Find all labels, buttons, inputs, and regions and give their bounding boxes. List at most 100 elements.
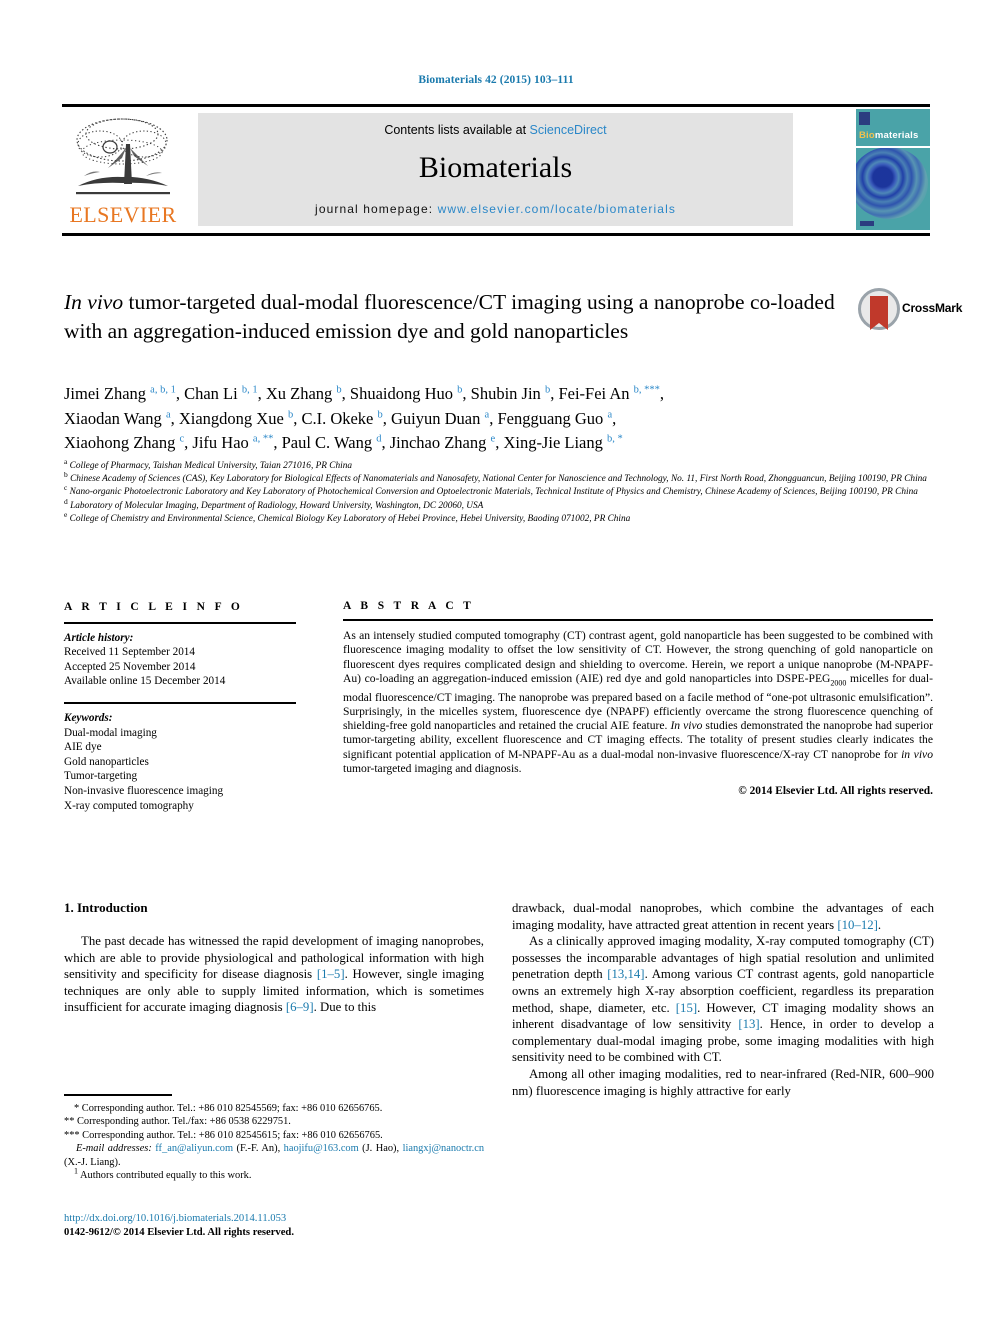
- running-head: Biomaterials 42 (2015) 103–111: [418, 74, 574, 86]
- abstract-italic-1: In vivo: [670, 719, 703, 733]
- footnote-corresponding-3: *** Corresponding author. Tel.: +86 010 …: [64, 1129, 383, 1141]
- cover-title-first: Bio: [859, 130, 875, 141]
- history-online: Available online 15 December 2014: [64, 675, 226, 688]
- history-received: Received 11 September 2014: [64, 646, 195, 659]
- crossmark-badge[interactable]: CrossMark: [858, 288, 962, 334]
- affiliation-mark: a: [64, 456, 68, 466]
- cover-artwork: [856, 147, 928, 219]
- footnote-block: * Corresponding author. Tel.: +86 010 82…: [64, 1094, 484, 1183]
- intro-paragraph-1: The past decade has witnessed the rapid …: [64, 933, 484, 1016]
- intro-text-c: . Due to this: [313, 1000, 377, 1015]
- keywords-block: Keywords: Dual-modal imaging AIE dye Gol…: [64, 711, 296, 813]
- affiliation-text: College of Chemistry and Environmental S…: [69, 513, 631, 524]
- title-italic-part: In vivo: [64, 290, 124, 314]
- title-block: In vivo tumor-targeted dual-modal fluore…: [64, 288, 854, 346]
- elsevier-wordmark: ELSEVIER: [69, 202, 177, 227]
- page-title: In vivo tumor-targeted dual-modal fluore…: [64, 288, 854, 346]
- affiliation-mark: b: [64, 470, 68, 480]
- citation-ref[interactable]: [15]: [676, 1001, 697, 1015]
- abstract-heading: A B S T R A C T: [343, 600, 475, 612]
- issn-copyright: 0142-9612/© 2014 Elsevier Ltd. All right…: [64, 1227, 294, 1238]
- crossmark-bookmark-icon: [870, 296, 888, 330]
- affiliation-c: c Nano-organic Photoelectronic Laborator…: [64, 483, 944, 499]
- citation-ref[interactable]: [6–9]: [286, 1000, 314, 1014]
- abstract-subscript: 2000: [830, 678, 847, 688]
- citation-ref[interactable]: [13,14]: [607, 967, 644, 981]
- affiliation-list: a College of Pharmacy, Taishan Medical U…: [64, 456, 944, 526]
- author-line-3: Xiaohong Zhang c, Jifu Hao a, **, Paul C…: [64, 433, 623, 452]
- keyword-item: AIE dye: [64, 741, 102, 754]
- homepage-url-link[interactable]: www.elsevier.com/locate/biomaterials: [438, 202, 676, 216]
- intro-text-e: .: [877, 917, 882, 932]
- footnote-equal-text: Authors contributed equally to this work…: [78, 1170, 252, 1182]
- abstract-rule: [343, 619, 933, 621]
- email-owner-1: (F.-F. An),: [233, 1143, 284, 1155]
- article-history-block: Article history: Received 11 September 2…: [64, 631, 296, 689]
- email-link-1[interactable]: ff_an@aliyun.com: [155, 1143, 233, 1154]
- article-history-label: Article history:: [64, 631, 134, 644]
- contents-banner: Contents lists available at ScienceDirec…: [198, 113, 793, 226]
- abstract-part-4: tumor-targeted imaging and diagnosis.: [343, 761, 522, 775]
- author-line-2: Xiaodan Wang a, Xiangdong Xue b, C.I. Ok…: [64, 408, 617, 428]
- keyword-item: Gold nanoparticles: [64, 755, 149, 768]
- author-line-1: Jimei Zhang a, b, 1, Chan Li b, 1, Xu Zh…: [64, 384, 664, 403]
- doi-link[interactable]: http://dx.doi.org/10.1016/j.biomaterials…: [64, 1212, 484, 1226]
- citation-ref[interactable]: [1–5]: [317, 967, 345, 981]
- masthead-bottom-rule: [62, 233, 930, 236]
- title-rest: tumor-targeted dual-modal fluorescence/C…: [64, 290, 835, 343]
- intro-paragraph-1-cont: drawback, dual-modal nanoprobes, which c…: [512, 900, 934, 933]
- citation-ref[interactable]: [13]: [738, 1017, 759, 1031]
- section-heading-introduction: 1. Introduction: [64, 900, 148, 915]
- footnote-corresponding-1: * Corresponding author. Tel.: +86 010 82…: [74, 1102, 383, 1114]
- affiliation-d: d Laboratory of Molecular Imaging, Depar…: [64, 497, 944, 513]
- elsevier-logo: ELSEVIER: [64, 112, 182, 230]
- abstract-section: A B S T R A C T As an intensely studied …: [343, 600, 933, 797]
- author-list: Jimei Zhang a, b, 1, Chan Li b, 1, Xu Zh…: [64, 382, 934, 456]
- intro-paragraph-2: As a clinically approved imaging modalit…: [512, 933, 934, 1066]
- cover-foot-mark: [860, 221, 874, 226]
- footnote-equal-contribution: 1 Authors contributed equally to this wo…: [64, 1168, 484, 1183]
- abstract-copyright: © 2014 Elsevier Ltd. All rights reserved…: [738, 785, 933, 798]
- abstract-part-1: As an intensely studied computed tomogra…: [343, 629, 933, 685]
- article-info-section: A R T I C L E I N F O Article history: R…: [64, 600, 296, 813]
- affiliation-text: College of Pharmacy, Taishan Medical Uni…: [69, 461, 353, 471]
- affiliation-mark: c: [64, 483, 68, 493]
- keyword-item: X-ray computed tomography: [64, 799, 194, 812]
- affiliation-text: Nano-organic Photoelectronic Laboratory …: [69, 487, 918, 498]
- email-owner-3: (X.-J. Liang).: [64, 1156, 121, 1168]
- elsevier-tree-icon: [76, 118, 170, 195]
- abstract-text: As an intensely studied computed tomogra…: [343, 629, 933, 776]
- intro-right-column: drawback, dual-modal nanoprobes, which c…: [512, 900, 934, 1099]
- footnote-emails: E-mail addresses: ff_an@aliyun.com (F.-F…: [64, 1142, 484, 1169]
- keyword-item: Tumor-targeting: [64, 770, 138, 783]
- email-link-2[interactable]: haojifu@163.com: [284, 1143, 359, 1154]
- crossmark-circle-icon: [858, 288, 900, 330]
- keyword-item: Non-invasive fluorescence imaging: [64, 784, 224, 797]
- masthead-top-rule: [62, 104, 930, 107]
- email-link-3[interactable]: liangxj@nanoctr.cn: [403, 1143, 484, 1154]
- keywords-label: Keywords:: [64, 711, 113, 724]
- footnote-corresponding-2: ** Corresponding author. Tel./fax: +86 0…: [64, 1116, 291, 1128]
- affiliation-a: a College of Pharmacy, Taishan Medical U…: [64, 456, 944, 473]
- affiliation-b: b Chinese Academy of Sciences (CAS), Key…: [64, 470, 944, 486]
- keywords-rule: [64, 701, 296, 704]
- journal-homepage-line: journal homepage: www.elsevier.com/locat…: [198, 202, 793, 216]
- doi-block: http://dx.doi.org/10.1016/j.biomaterials…: [64, 1212, 484, 1240]
- journal-title: Biomaterials: [418, 151, 573, 184]
- contents-available-line: Contents lists available at ScienceDirec…: [198, 123, 793, 137]
- contents-prefix: Contents lists available at: [384, 123, 530, 137]
- journal-masthead: ELSEVIER Contents lists available at Sci…: [62, 104, 930, 236]
- sciencedirect-link[interactable]: ScienceDirect: [530, 123, 607, 137]
- homepage-label: journal homepage:: [315, 202, 438, 216]
- cover-title-rest: materials: [874, 130, 919, 141]
- paper-page: Biomaterials 42 (2015) 103–111 ELSEVIER …: [0, 0, 992, 1323]
- citation-ref[interactable]: [10–12]: [837, 918, 878, 932]
- email-label: E-mail addresses:: [76, 1143, 152, 1155]
- journal-cover-thumbnail: Biomaterials: [856, 109, 930, 230]
- intro-left-column: 1. Introduction The past decade has witn…: [64, 900, 484, 1016]
- cover-top-mark: [859, 112, 870, 125]
- affiliation-text: Chinese Academy of Sciences (CAS), Key L…: [70, 474, 927, 485]
- affiliation-text: Laboratory of Molecular Imaging, Departm…: [70, 500, 484, 511]
- cover-title-text: Biomaterials: [859, 130, 918, 141]
- abstract-italic-2: in vivo: [901, 747, 933, 761]
